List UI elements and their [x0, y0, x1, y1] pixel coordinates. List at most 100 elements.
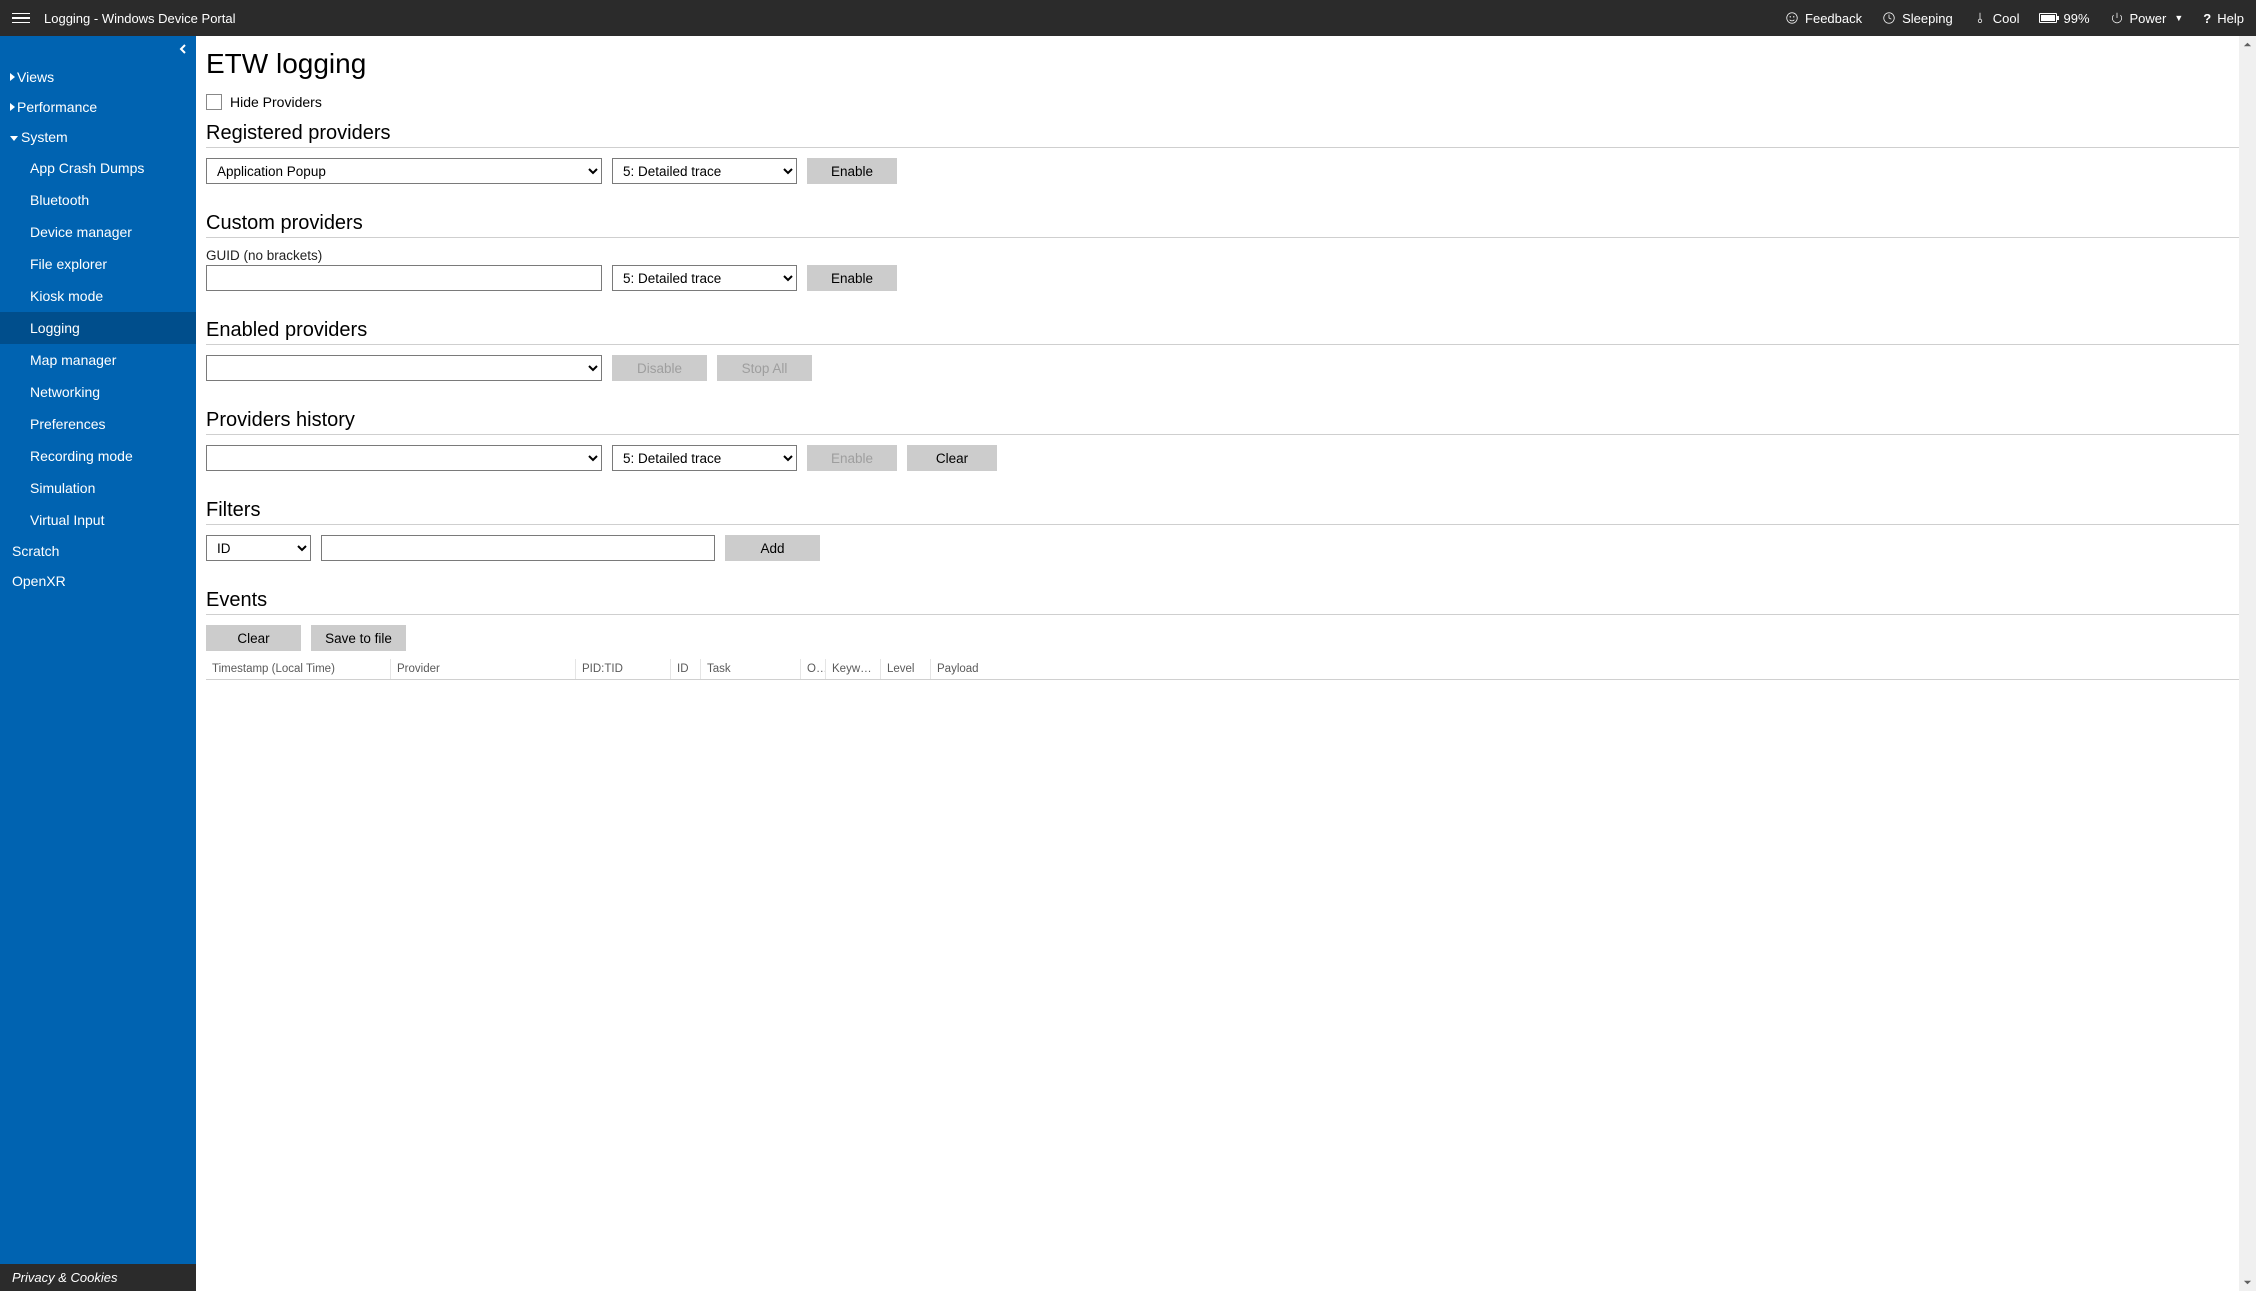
hamburger-icon[interactable]: [12, 13, 30, 24]
filter-value-input[interactable]: [321, 535, 715, 561]
section-title-events: Events: [206, 589, 2242, 612]
sidebar-subitem-recording-mode[interactable]: Recording mode: [0, 440, 196, 472]
sidebar-item-scratch[interactable]: Scratch: [0, 536, 196, 566]
sidebar-item-views[interactable]: Views: [0, 62, 196, 92]
section-title-enabled: Enabled providers: [206, 319, 2242, 342]
vertical-scrollbar[interactable]: [2239, 36, 2256, 1291]
thermometer-icon: [1973, 11, 1987, 25]
caret-down-icon: [10, 136, 18, 141]
col-opcode[interactable]: O...: [801, 659, 826, 679]
guid-label: GUID (no brackets): [206, 248, 2242, 263]
registered-enable-button[interactable]: Enable: [807, 158, 897, 184]
enabled-provider-select[interactable]: [206, 355, 602, 381]
sleep-status[interactable]: Sleeping: [1882, 11, 1953, 26]
feedback-label: Feedback: [1805, 11, 1862, 26]
caret-right-icon: [10, 103, 15, 111]
sidebar-subitem-map-manager[interactable]: Map manager: [0, 344, 196, 376]
content-area: ETW logging Hide Providers Registered pr…: [196, 36, 2256, 1291]
events-save-button[interactable]: Save to file: [311, 625, 406, 651]
divider: [206, 614, 2242, 615]
history-enable-button[interactable]: Enable: [807, 445, 897, 471]
sidebar-item-label: Kiosk mode: [30, 288, 103, 304]
sidebar-item-label: System: [21, 129, 68, 145]
col-pidtid[interactable]: PID:TID: [576, 659, 671, 679]
sidebar-item-label: Logging: [30, 320, 80, 336]
sidebar-collapse-button[interactable]: [0, 36, 196, 62]
hide-providers-checkbox[interactable]: [206, 94, 222, 110]
sidebar-subitem-simulation[interactable]: Simulation: [0, 472, 196, 504]
sidebar: Views Performance System App Crash Dumps…: [0, 36, 196, 1291]
section-title-history: Providers history: [206, 409, 2242, 432]
caret-right-icon: [10, 73, 15, 81]
stop-all-button[interactable]: Stop All: [717, 355, 812, 381]
sidebar-subitem-networking[interactable]: Networking: [0, 376, 196, 408]
col-keyword[interactable]: Keyword: [826, 659, 881, 679]
sleep-icon: [1882, 11, 1896, 25]
sidebar-item-label: OpenXR: [12, 573, 66, 589]
divider: [206, 147, 2242, 148]
temp-label: Cool: [1993, 11, 2020, 26]
sidebar-item-label: Recording mode: [30, 448, 133, 464]
sidebar-item-label: Map manager: [30, 352, 116, 368]
guid-input[interactable]: [206, 265, 602, 291]
section-title-filters: Filters: [206, 499, 2242, 522]
section-title-custom: Custom providers: [206, 212, 2242, 235]
power-label: Power: [2130, 11, 2167, 26]
history-level-select[interactable]: 5: Detailed trace: [612, 445, 797, 471]
battery-status[interactable]: 99%: [2039, 11, 2089, 26]
question-icon: ?: [2203, 11, 2211, 26]
sidebar-subitem-file-explorer[interactable]: File explorer: [0, 248, 196, 280]
sidebar-subitem-bluetooth[interactable]: Bluetooth: [0, 184, 196, 216]
events-clear-button[interactable]: Clear: [206, 625, 301, 651]
sidebar-item-label: Virtual Input: [30, 512, 104, 528]
sidebar-item-label: Simulation: [30, 480, 95, 496]
sidebar-subitem-logging[interactable]: Logging: [0, 312, 196, 344]
feedback-button[interactable]: Feedback: [1785, 11, 1862, 26]
chevron-left-icon: [178, 44, 188, 54]
caret-down-icon: [2243, 1278, 2252, 1287]
page-title: ETW logging: [206, 48, 2242, 80]
divider: [206, 434, 2242, 435]
sidebar-subitem-app-crash-dumps[interactable]: App Crash Dumps: [0, 152, 196, 184]
registered-level-select[interactable]: 5: Detailed trace: [612, 158, 797, 184]
sidebar-subitem-kiosk-mode[interactable]: Kiosk mode: [0, 280, 196, 312]
sidebar-item-openxr[interactable]: OpenXR: [0, 566, 196, 596]
col-id[interactable]: ID: [671, 659, 701, 679]
sidebar-item-system[interactable]: System: [0, 122, 196, 152]
section-title-registered: Registered providers: [206, 122, 2242, 145]
divider: [206, 524, 2242, 525]
sidebar-item-performance[interactable]: Performance: [0, 92, 196, 122]
sidebar-subitem-virtual-input[interactable]: Virtual Input: [0, 504, 196, 536]
sidebar-subitem-preferences[interactable]: Preferences: [0, 408, 196, 440]
custom-level-select[interactable]: 5: Detailed trace: [612, 265, 797, 291]
power-menu[interactable]: Power ▼: [2110, 11, 2184, 26]
filter-field-select[interactable]: ID: [206, 535, 311, 561]
sidebar-item-label: Performance: [17, 99, 97, 115]
sidebar-item-label: Bluetooth: [30, 192, 89, 208]
sidebar-subitem-device-manager[interactable]: Device manager: [0, 216, 196, 248]
topbar: Logging - Windows Device Portal Feedback…: [0, 0, 2256, 36]
col-task[interactable]: Task: [701, 659, 801, 679]
temp-status[interactable]: Cool: [1973, 11, 2020, 26]
events-table-header: Timestamp (Local Time) Provider PID:TID …: [206, 659, 2242, 680]
custom-enable-button[interactable]: Enable: [807, 265, 897, 291]
smiley-icon: [1785, 11, 1799, 25]
col-timestamp[interactable]: Timestamp (Local Time): [206, 659, 391, 679]
registered-provider-select[interactable]: Application Popup: [206, 158, 602, 184]
col-payload[interactable]: Payload: [931, 659, 2242, 679]
scroll-up-button[interactable]: [2239, 36, 2256, 53]
sidebar-item-label: Device manager: [30, 224, 132, 240]
battery-icon: [2039, 13, 2057, 23]
window-title: Logging - Windows Device Portal: [44, 11, 235, 26]
col-provider[interactable]: Provider: [391, 659, 576, 679]
col-level[interactable]: Level: [881, 659, 931, 679]
history-provider-select[interactable]: [206, 445, 602, 471]
disable-button[interactable]: Disable: [612, 355, 707, 381]
battery-label: 99%: [2063, 11, 2089, 26]
sidebar-item-label: Scratch: [12, 543, 59, 559]
filter-add-button[interactable]: Add: [725, 535, 820, 561]
help-button[interactable]: ? Help: [2203, 11, 2244, 26]
history-clear-button[interactable]: Clear: [907, 445, 997, 471]
scroll-down-button[interactable]: [2239, 1274, 2256, 1291]
privacy-cookies-link[interactable]: Privacy & Cookies: [0, 1264, 196, 1291]
